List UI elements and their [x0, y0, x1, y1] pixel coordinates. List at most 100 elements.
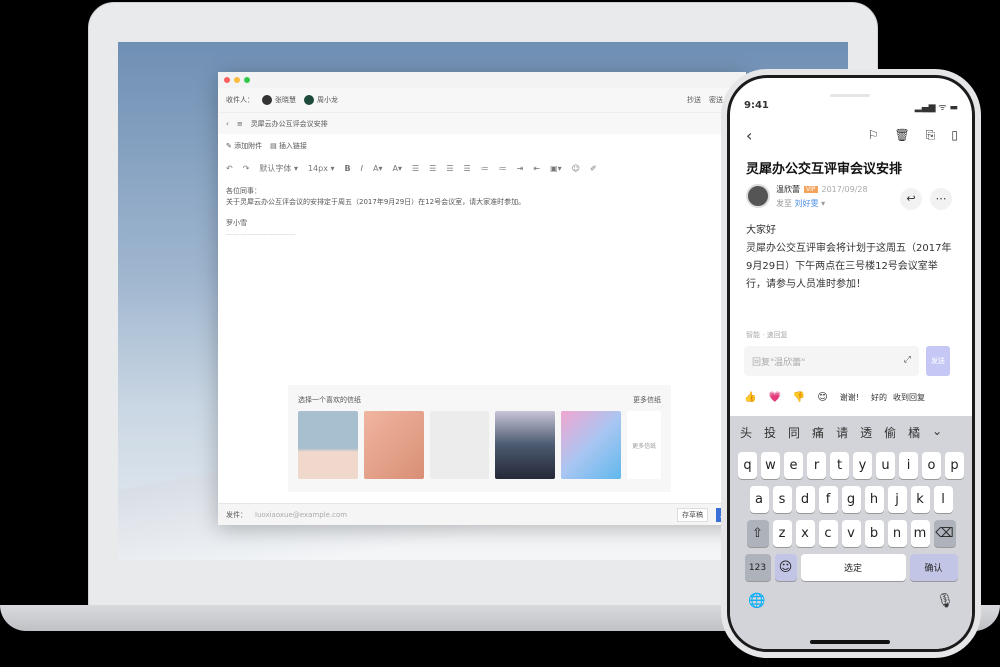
highlight-icon[interactable]: A▾: [393, 164, 403, 173]
candidate[interactable]: 橘: [908, 424, 920, 441]
from-select[interactable]: luoxiaoxue@example.com: [255, 511, 347, 519]
more-stationery-tile[interactable]: 更多信纸: [627, 411, 662, 479]
stationery-peach[interactable]: [363, 411, 424, 479]
subject-input[interactable]: 灵犀云办公互评会议安排: [251, 119, 328, 129]
shift-key-icon[interactable]: ⇧: [746, 520, 769, 547]
candidate[interactable]: 同: [788, 424, 800, 441]
key-a[interactable]: a: [749, 486, 769, 513]
maximize-button[interactable]: [244, 77, 250, 83]
text-color-icon[interactable]: A▾: [373, 164, 383, 173]
key-z[interactable]: z: [772, 520, 792, 547]
recipient-chip[interactable]: 张晓慧: [262, 95, 296, 105]
microphone-icon[interactable]: 🎙: [936, 593, 954, 609]
expand-icon[interactable]: ⤢: [904, 355, 911, 365]
align-left-icon[interactable]: ☰: [412, 164, 419, 173]
recipients-row[interactable]: 收件人： 张晓慧 周小龙 抄送 密送 单: [218, 88, 746, 112]
key-l[interactable]: l: [933, 486, 953, 513]
cc-button[interactable]: 抄送: [687, 95, 701, 105]
quick-reply[interactable]: 谢谢!: [840, 392, 859, 403]
stationery-marble[interactable]: [429, 411, 490, 479]
stationery-beach[interactable]: [298, 411, 358, 479]
more-icon[interactable]: ⋯: [930, 188, 952, 210]
indent-icon[interactable]: ⇥: [517, 164, 524, 173]
key-u[interactable]: u: [876, 452, 895, 479]
trash-icon[interactable]: 🗑: [895, 128, 910, 143]
thumbs-up-icon[interactable]: 👍: [744, 392, 756, 403]
key-x[interactable]: x: [795, 520, 815, 547]
chevron-down-icon[interactable]: ⌄: [932, 424, 942, 441]
align-center-icon[interactable]: ☰: [429, 164, 436, 173]
key-e[interactable]: e: [784, 452, 803, 479]
key-c[interactable]: c: [818, 520, 838, 547]
bullet-list-icon[interactable]: ≔: [499, 164, 507, 173]
minimize-button[interactable]: [234, 77, 240, 83]
candidate[interactable]: 偷: [884, 424, 896, 441]
key-h[interactable]: h: [864, 486, 884, 513]
key-s[interactable]: s: [772, 486, 792, 513]
italic-icon[interactable]: I: [361, 164, 363, 173]
recipient-chip[interactable]: 周小龙: [304, 95, 338, 105]
key-k[interactable]: k: [910, 486, 930, 513]
align-right-icon[interactable]: ☰: [446, 164, 453, 173]
key-j[interactable]: j: [887, 486, 907, 513]
confirm-key[interactable]: 确认: [909, 554, 958, 581]
reply-input[interactable]: 回复"温欣蕾" ⤢: [744, 346, 919, 376]
heart-icon[interactable]: 💗: [768, 392, 780, 403]
quick-reply[interactable]: 收到回复: [893, 392, 925, 403]
mail-body[interactable]: 各位同事： 关于灵犀云办公互评会议的安排定于周五（2017年9月29日）在12号…: [218, 178, 746, 240]
globe-icon[interactable]: 🌐: [748, 593, 765, 609]
key-v[interactable]: v: [841, 520, 861, 547]
key-g[interactable]: g: [841, 486, 861, 513]
subject-row[interactable]: ‹ ≡ 灵犀云办公互评会议安排: [218, 112, 746, 134]
justify-icon[interactable]: ☰: [464, 164, 471, 173]
outdent-icon[interactable]: ⇤: [533, 164, 540, 173]
redo-icon[interactable]: ↷: [243, 164, 250, 173]
to-recipient[interactable]: 刘好雯: [795, 199, 819, 208]
emoji-key-icon[interactable]: ☺: [774, 554, 797, 581]
ordered-list-icon[interactable]: ≔: [481, 164, 489, 173]
key-t[interactable]: t: [830, 452, 849, 479]
candidate[interactable]: 头: [740, 424, 752, 441]
flag-icon[interactable]: ⚐: [868, 128, 879, 143]
smile-icon[interactable]: 😊: [817, 392, 827, 403]
key-w[interactable]: w: [761, 452, 780, 479]
numbers-key[interactable]: 123: [744, 554, 771, 581]
bcc-button[interactable]: 密送: [709, 95, 723, 105]
back-icon[interactable]: ‹: [746, 126, 752, 145]
key-y[interactable]: y: [853, 452, 872, 479]
candidate[interactable]: 投: [764, 424, 776, 441]
font-select[interactable]: 默认字体 ▾: [259, 163, 298, 174]
quick-reply[interactable]: 好的: [871, 392, 887, 403]
close-button[interactable]: [224, 77, 230, 83]
reply-icon[interactable]: ↩: [900, 188, 922, 210]
brush-icon[interactable]: ✐: [590, 164, 597, 173]
candidate[interactable]: 请: [836, 424, 848, 441]
key-f[interactable]: f: [818, 486, 838, 513]
insert-link-button[interactable]: ▤ 插入链接: [270, 141, 307, 151]
thumbs-down-icon[interactable]: 👎: [793, 392, 805, 403]
stationery-forest[interactable]: [495, 411, 556, 479]
more-stationery-link[interactable]: 更多信纸: [633, 395, 661, 405]
undo-icon[interactable]: ↶: [226, 164, 233, 173]
key-p[interactable]: p: [945, 452, 964, 479]
candidate[interactable]: 痛: [812, 424, 824, 441]
attach-button[interactable]: ✎ 添加附件: [226, 141, 262, 151]
key-o[interactable]: o: [922, 452, 941, 479]
space-key[interactable]: 选定: [800, 554, 906, 581]
key-m[interactable]: m: [910, 520, 930, 547]
chevron-left-icon[interactable]: ‹: [226, 120, 229, 128]
save-draft-button[interactable]: 存草稿: [677, 507, 708, 522]
send-button[interactable]: 发送: [926, 346, 950, 376]
bold-icon[interactable]: B: [345, 164, 351, 173]
emoji-icon[interactable]: ☺: [572, 164, 580, 173]
key-d[interactable]: d: [795, 486, 815, 513]
stationery-watercolor[interactable]: [561, 411, 622, 479]
sender-avatar[interactable]: [746, 184, 770, 208]
bookmark-icon[interactable]: ▯: [951, 128, 958, 143]
key-b[interactable]: b: [864, 520, 884, 547]
backspace-key-icon[interactable]: ⌫: [933, 520, 956, 547]
key-i[interactable]: i: [899, 452, 918, 479]
key-q[interactable]: q: [738, 452, 757, 479]
sender-name[interactable]: 温欣蕾: [776, 184, 800, 195]
move-icon[interactable]: ⎘: [926, 128, 936, 143]
